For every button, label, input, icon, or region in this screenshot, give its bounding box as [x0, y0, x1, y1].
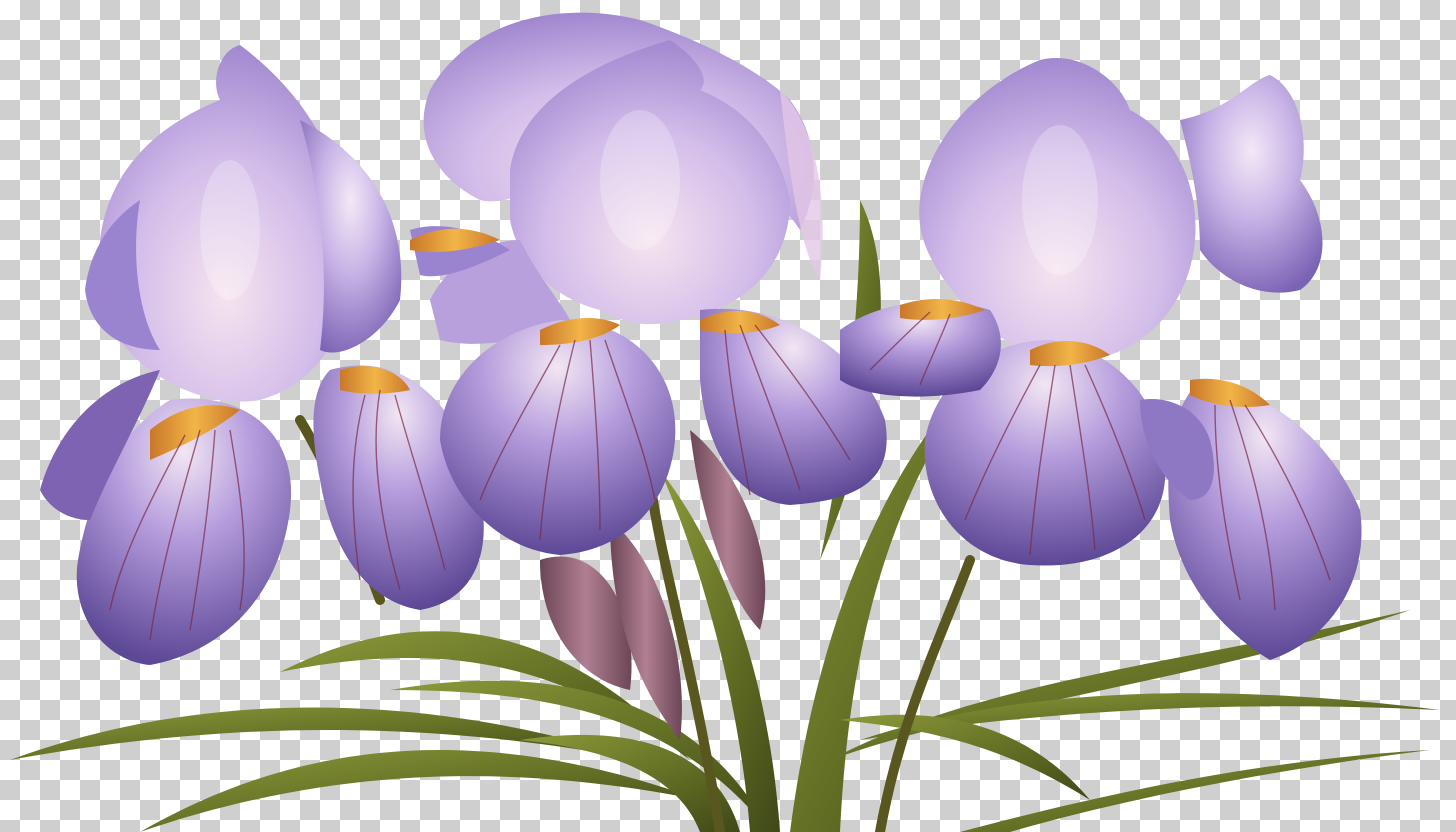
iris-bouquet-illustration: [10, 12, 1440, 832]
leaf: [140, 750, 700, 832]
standard-petal: [1180, 75, 1323, 293]
left-iris: [40, 45, 484, 665]
beard: [340, 366, 410, 394]
transparent-checkerboard-background: [0, 0, 1456, 832]
stem: [875, 555, 975, 832]
leaf: [840, 714, 1090, 800]
leaf: [10, 707, 640, 760]
right-iris: [840, 58, 1362, 660]
